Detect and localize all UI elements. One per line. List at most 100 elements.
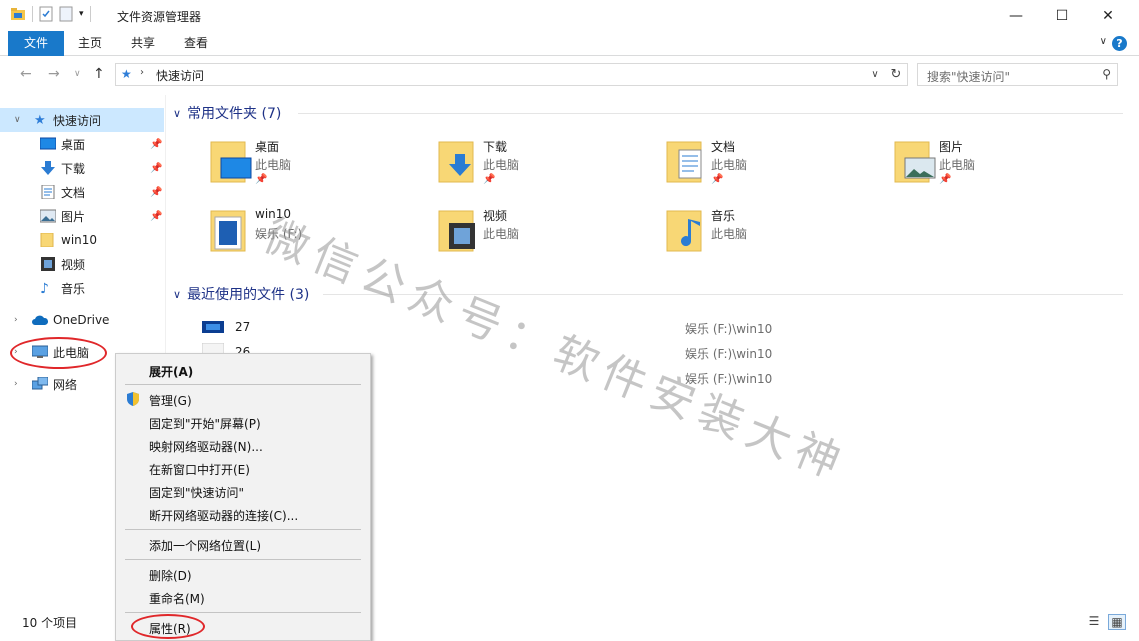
desktop-icon: [40, 137, 56, 150]
folder-location: 娱乐 (F:): [255, 227, 303, 241]
folder-name: 文档: [711, 140, 736, 154]
chevron-right-icon[interactable]: ›: [14, 347, 18, 357]
sidebar-item-quick-access[interactable]: ∨ ★ 快速访问: [0, 108, 164, 132]
sidebar-item-pictures[interactable]: 图片 📌: [0, 204, 164, 228]
search-input[interactable]: 搜索"快速访问" ⚲: [917, 63, 1118, 86]
pin-icon[interactable]: 📌: [150, 139, 162, 150]
sidebar-item-desktop[interactable]: 桌面 📌: [0, 132, 164, 156]
menu-item-pin-quick-access[interactable]: 固定到"快速访问": [116, 480, 370, 503]
search-placeholder: 搜索"快速访问": [927, 70, 1011, 84]
menu-item-rename[interactable]: 重命名(M): [116, 586, 370, 609]
address-dropdown-icon[interactable]: ∨: [866, 63, 884, 86]
folder-tile-videos[interactable]: 视频 此电脑: [437, 205, 647, 265]
chevron-down-icon[interactable]: ∨: [173, 107, 181, 120]
menu-item-label: 断开网络驱动器的连接(C)...: [149, 509, 299, 523]
chevron-right-icon[interactable]: ›: [14, 379, 18, 389]
address-bar[interactable]: ★ › 快速访问: [115, 63, 908, 86]
folder-tile-pictures[interactable]: 图片 此电脑 📌: [893, 136, 1103, 196]
folder-tile-desktop[interactable]: 桌面 此电脑 📌: [209, 136, 419, 196]
frequent-folders-header[interactable]: ∨ 常用文件夹 (7): [173, 103, 281, 123]
properties-icon[interactable]: [39, 6, 53, 22]
menu-item-properties[interactable]: 属性(R): [116, 616, 370, 639]
document-icon: [41, 185, 55, 199]
folder-location: 此电脑: [483, 158, 520, 172]
cloud-icon: [32, 315, 48, 325]
pin-icon: 📌: [711, 174, 724, 185]
tab-view[interactable]: 查看: [172, 31, 220, 56]
up-arrow-icon[interactable]: ↑: [93, 66, 105, 82]
menu-item-disconnect-drive[interactable]: 断开网络驱动器的连接(C)...: [116, 503, 370, 526]
help-icon[interactable]: ?: [1112, 36, 1127, 51]
folder-location: 此电脑: [483, 227, 520, 241]
pin-icon[interactable]: 📌: [150, 211, 162, 222]
chevron-right-icon[interactable]: ›: [14, 315, 18, 325]
sidebar-item-label: 下载: [61, 161, 86, 176]
back-arrow-icon[interactable]: ←: [20, 66, 32, 82]
search-icon: ⚲: [1102, 67, 1111, 81]
close-button[interactable]: ✕: [1085, 0, 1131, 31]
address-path[interactable]: 快速访问: [156, 67, 204, 84]
menu-item-expand[interactable]: 展开(A): [116, 359, 370, 382]
image-file-icon: [202, 321, 224, 333]
folder-tile-downloads[interactable]: 下载 此电脑 📌: [437, 136, 647, 196]
menu-separator: [125, 612, 361, 613]
menu-item-add-network-location[interactable]: 添加一个网络位置(L): [116, 533, 370, 556]
menu-item-open-new-window[interactable]: 在新窗口中打开(E): [116, 457, 370, 480]
sidebar-item-documents[interactable]: 文档 📌: [0, 180, 164, 204]
video-icon: [41, 257, 55, 271]
sidebar-item-onedrive[interactable]: › OneDrive: [0, 308, 164, 332]
chevron-down-icon[interactable]: ∨: [14, 115, 21, 125]
pin-icon: 📌: [483, 174, 496, 185]
pin-icon: 📌: [939, 174, 952, 185]
group-divider: [298, 113, 1123, 114]
menu-item-pin-to-start[interactable]: 固定到"开始"屏幕(P): [116, 411, 370, 434]
pin-icon[interactable]: 📌: [150, 187, 162, 198]
sidebar-item-label: 音乐: [61, 281, 86, 296]
desktop-folder-icon: [210, 141, 252, 183]
group-title: 常用文件夹 (7): [187, 106, 282, 122]
tab-file[interactable]: 文件: [8, 31, 64, 56]
chevron-right-icon[interactable]: ›: [140, 67, 144, 78]
recent-file-row[interactable]: 27 娱乐 (F:)\win10: [200, 316, 1120, 340]
sidebar-item-music[interactable]: ♪ 音乐: [0, 276, 164, 300]
details-view-icon[interactable]: ☰: [1085, 614, 1103, 630]
folder-tile-win10[interactable]: win10 娱乐 (F:): [209, 205, 419, 265]
minimize-button[interactable]: —: [993, 0, 1039, 31]
menu-separator: [125, 559, 361, 560]
downloads-folder-icon: [438, 141, 474, 183]
pin-icon[interactable]: 📌: [150, 163, 162, 174]
folder-tile-documents[interactable]: 文档 此电脑 📌: [665, 136, 875, 196]
sidebar-item-label: 桌面: [61, 137, 86, 152]
sidebar-item-win10[interactable]: win10: [0, 228, 164, 252]
folder-name: 桌面: [255, 140, 280, 154]
tiles-view-icon[interactable]: ▦: [1108, 614, 1126, 630]
new-folder-icon[interactable]: [59, 6, 73, 22]
customize-qat-icon[interactable]: ▾: [79, 9, 84, 19]
sidebar-item-label: 此电脑: [53, 345, 90, 360]
star-icon: ★: [34, 113, 46, 128]
tab-home[interactable]: 主页: [66, 31, 114, 56]
folder-tile-music[interactable]: 音乐 此电脑: [665, 205, 875, 265]
forward-arrow-icon[interactable]: →: [48, 66, 60, 82]
documents-folder-icon: [666, 141, 702, 183]
maximize-button[interactable]: ☐: [1039, 0, 1085, 31]
tab-share[interactable]: 共享: [118, 31, 168, 56]
chevron-down-icon[interactable]: ∨: [1100, 36, 1107, 47]
folder-location: 此电脑: [711, 227, 748, 241]
sidebar-item-label: 文档: [61, 185, 86, 200]
recent-file-path: 娱乐 (F:)\win10: [685, 347, 773, 361]
folder-app-icon: [11, 8, 25, 20]
recent-locations-icon[interactable]: ∨: [74, 69, 81, 79]
menu-item-map-network-drive[interactable]: 映射网络驱动器(N)...: [116, 434, 370, 457]
item-count: 10 个项目: [22, 616, 78, 630]
recent-files-header[interactable]: ∨ 最近使用的文件 (3): [173, 284, 309, 304]
menu-item-label: 映射网络驱动器(N)...: [149, 440, 263, 454]
refresh-icon[interactable]: ↻: [885, 63, 908, 86]
menu-item-manage[interactable]: 管理(G): [116, 388, 370, 411]
chevron-down-icon[interactable]: ∨: [173, 288, 181, 301]
folder-name: 视频: [483, 209, 508, 223]
sidebar-item-downloads[interactable]: 下载 📌: [0, 156, 164, 180]
sidebar-item-label: 图片: [61, 209, 86, 224]
menu-item-delete[interactable]: 删除(D): [116, 563, 370, 586]
sidebar-item-videos[interactable]: 视频: [0, 252, 164, 276]
